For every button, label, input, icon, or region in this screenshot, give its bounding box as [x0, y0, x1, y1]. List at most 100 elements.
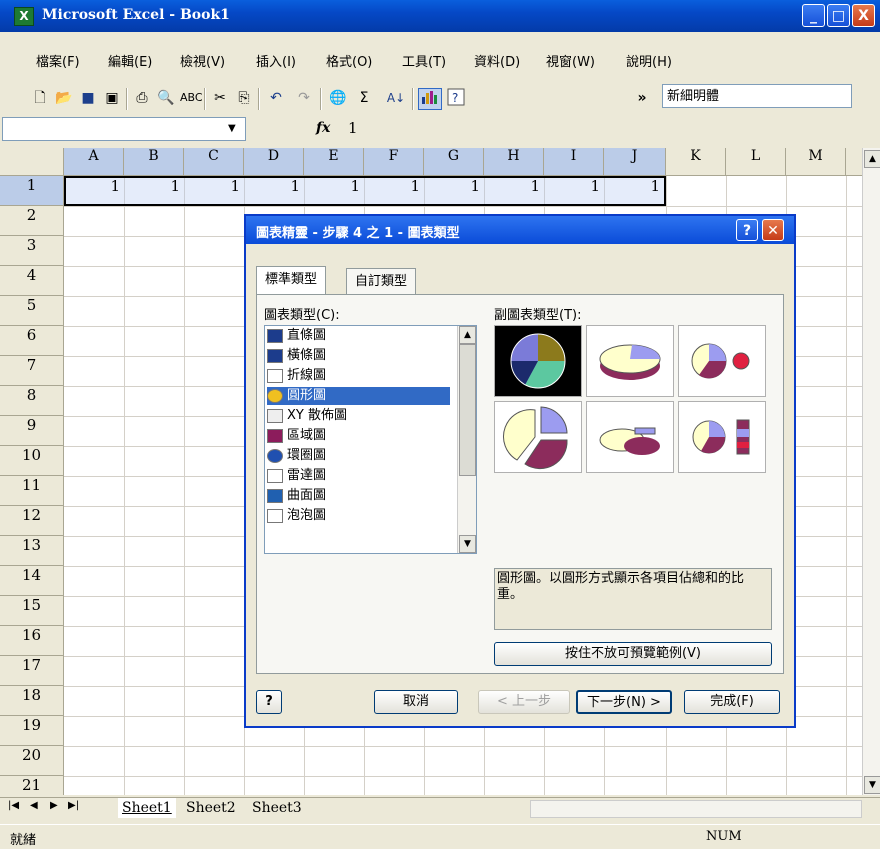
cell-f1[interactable]: 1: [364, 177, 424, 206]
subtype-3d-pie[interactable]: [586, 325, 674, 397]
select-all-corner[interactable]: [0, 148, 64, 176]
vertical-scrollbar[interactable]: ▲ ▼: [862, 148, 880, 795]
row-header[interactable]: 17: [0, 656, 64, 686]
list-item[interactable]: XY 散佈圖: [267, 407, 450, 425]
column-header[interactable]: L: [726, 148, 786, 176]
row-header[interactable]: 7: [0, 356, 64, 386]
menu-file[interactable]: 檔案(F): [36, 51, 80, 70]
prev-sheet-icon[interactable]: ◀: [30, 800, 38, 811]
menu-data[interactable]: 資料(D): [474, 51, 520, 70]
formula-input[interactable]: 1: [348, 119, 358, 137]
list-scrollbar[interactable]: ▲ ▼: [457, 326, 476, 553]
subtype-exploded-pie[interactable]: [494, 401, 582, 473]
next-sheet-icon[interactable]: ▶: [50, 800, 58, 811]
name-box[interactable]: [2, 117, 246, 141]
column-header[interactable]: H: [484, 148, 544, 176]
print-icon[interactable]: ⎙: [132, 88, 152, 108]
scroll-down-icon[interactable]: ▼: [864, 776, 880, 794]
close-button[interactable]: X: [852, 4, 875, 27]
scroll-up-icon[interactable]: ▲: [864, 150, 880, 168]
new-icon[interactable]: 🗋: [30, 88, 50, 108]
hyperlink-icon[interactable]: 🌐: [328, 88, 348, 108]
sort-ascending-icon[interactable]: A↓: [386, 88, 406, 108]
menu-format[interactable]: 格式(O): [326, 51, 372, 70]
column-header[interactable]: J: [604, 148, 666, 176]
cell-g1[interactable]: 1: [424, 177, 484, 206]
font-name-box[interactable]: 新細明體: [662, 84, 852, 108]
sheet-tab-sheet3[interactable]: Sheet3: [252, 798, 302, 818]
maximize-button[interactable]: □: [827, 4, 850, 27]
last-sheet-icon[interactable]: ▶|: [68, 800, 79, 811]
list-item[interactable]: 雷達圖: [267, 467, 450, 485]
help-icon[interactable]: ?: [446, 88, 466, 108]
back-button[interactable]: < 上一步: [478, 690, 570, 714]
menu-insert[interactable]: 插入(I): [256, 51, 296, 70]
row-header[interactable]: 4: [0, 266, 64, 296]
dialog-close-button[interactable]: ✕: [762, 219, 784, 241]
list-item[interactable]: 泡泡圖: [267, 507, 450, 525]
cell-b1[interactable]: 1: [124, 177, 184, 206]
row-header[interactable]: 12: [0, 506, 64, 536]
list-scroll-thumb[interactable]: [459, 344, 476, 476]
subtype-bar-of-pie[interactable]: [678, 401, 766, 473]
menu-window[interactable]: 視窗(W): [546, 51, 595, 70]
redo-icon[interactable]: ↷: [294, 88, 314, 108]
row-header[interactable]: 21: [0, 776, 64, 795]
toolbar-options-icon[interactable]: »: [632, 88, 652, 108]
cell-j1[interactable]: 1: [604, 177, 664, 206]
subtype-exploded-3d-pie[interactable]: [586, 401, 674, 473]
column-header[interactable]: I: [544, 148, 604, 176]
column-header[interactable]: M: [786, 148, 846, 176]
open-icon[interactable]: 📂: [54, 88, 74, 108]
column-header[interactable]: E: [304, 148, 364, 176]
cut-icon[interactable]: ✂: [210, 88, 230, 108]
menu-help[interactable]: 說明(H): [626, 51, 672, 70]
row-header[interactable]: 3: [0, 236, 64, 266]
column-header[interactable]: G: [424, 148, 484, 176]
horizontal-scrollbar[interactable]: [530, 800, 862, 818]
next-button[interactable]: 下一步(N) >: [576, 690, 672, 714]
row-header[interactable]: 18: [0, 686, 64, 716]
column-header[interactable]: D: [244, 148, 304, 176]
sheet-tab-sheet2[interactable]: Sheet2: [186, 798, 236, 818]
row-header[interactable]: 6: [0, 326, 64, 356]
permission-icon[interactable]: ▣: [102, 88, 122, 108]
finish-button[interactable]: 完成(F): [684, 690, 780, 714]
cell-d1[interactable]: 1: [244, 177, 304, 206]
preview-sample-button[interactable]: 按住不放可預覽範例(V): [494, 642, 772, 666]
list-item[interactable]: 橫條圖: [267, 347, 450, 365]
column-header[interactable]: K: [666, 148, 726, 176]
list-scroll-up-icon[interactable]: ▲: [459, 326, 476, 344]
autosum-icon[interactable]: Σ: [354, 88, 374, 108]
list-item[interactable]: 區域圖: [267, 427, 450, 445]
name-box-dropdown-icon[interactable]: ▼: [228, 123, 236, 134]
column-header[interactable]: A: [64, 148, 124, 176]
subtype-pie-selected[interactable]: [494, 325, 582, 397]
cell-i1[interactable]: 1: [544, 177, 604, 206]
minimize-button[interactable]: _: [802, 4, 825, 27]
print-preview-icon[interactable]: 🔍: [156, 88, 176, 108]
row-header[interactable]: 8: [0, 386, 64, 416]
list-item[interactable]: 曲面圖: [267, 487, 450, 505]
insert-function-icon[interactable]: fx: [316, 120, 330, 136]
menu-edit[interactable]: 編輯(E): [108, 51, 152, 70]
list-item[interactable]: 折線圖: [267, 367, 450, 385]
row-header[interactable]: 5: [0, 296, 64, 326]
list-item[interactable]: 直條圖: [267, 327, 450, 345]
row-header[interactable]: 15: [0, 596, 64, 626]
list-item-selected[interactable]: 圓形圖: [267, 387, 450, 405]
chart-wizard-icon[interactable]: [418, 88, 442, 110]
cell-e1[interactable]: 1: [304, 177, 364, 206]
cell-h1[interactable]: 1: [484, 177, 544, 206]
first-sheet-icon[interactable]: |◀: [8, 800, 19, 811]
row-header[interactable]: 16: [0, 626, 64, 656]
menu-tools[interactable]: 工具(T): [402, 51, 446, 70]
row-header[interactable]: 20: [0, 746, 64, 776]
row-header[interactable]: 19: [0, 716, 64, 746]
column-header[interactable]: B: [124, 148, 184, 176]
row-header[interactable]: 14: [0, 566, 64, 596]
column-header[interactable]: [846, 148, 862, 176]
chart-type-list[interactable]: 直條圖 橫條圖 折線圖 圓形圖 XY 散佈圖 區域圖 環圈圖 雷達圖 曲面圖 泡…: [264, 325, 477, 554]
row-header[interactable]: 13: [0, 536, 64, 566]
row-header[interactable]: 10: [0, 446, 64, 476]
